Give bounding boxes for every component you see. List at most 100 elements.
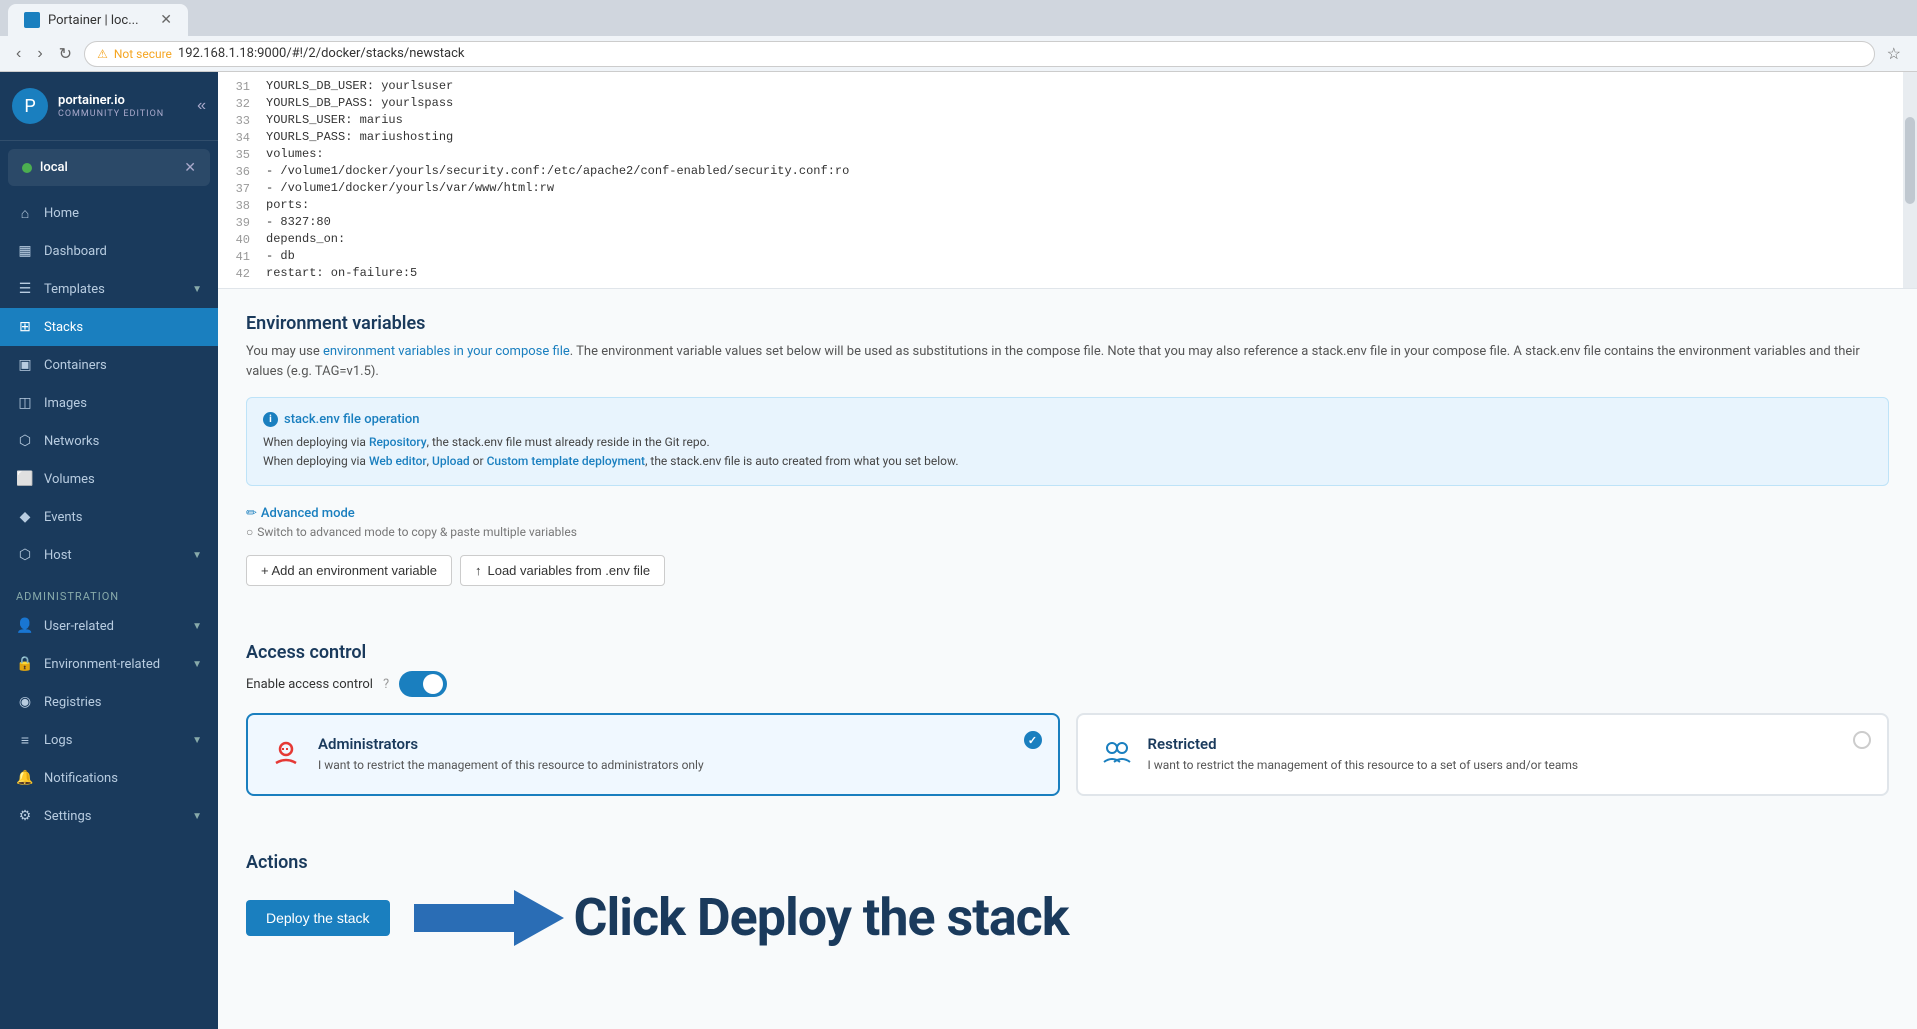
code-scrollbar[interactable] [1903, 72, 1917, 288]
settings-arrow: ▼ [192, 811, 202, 822]
forward-btn[interactable]: › [33, 41, 46, 67]
enable-access-label: Enable access control [246, 677, 373, 692]
sidebar-item-dashboard[interactable]: ▦ Dashboard [0, 232, 218, 270]
logo-edition: COMMUNITY EDITION [58, 109, 164, 119]
info-link-custom-template[interactable]: Custom template deployment [487, 454, 646, 468]
line-content: YOURLS_PASS: mariushosting [266, 130, 1917, 144]
main-content: 31 YOURLS_DB_USER: yourlsuser32 YOURLS_D… [218, 72, 1917, 1029]
sidebar-item-environment-related[interactable]: 🔒 Environment-related ▼ [0, 645, 218, 683]
sidebar-item-notifications[interactable]: 🔔 Notifications [0, 759, 218, 797]
sidebar-stacks-label: Stacks [44, 320, 202, 335]
info-link-repository[interactable]: Repository [369, 435, 427, 449]
info-box-title-text: stack.env file operation [284, 412, 419, 427]
access-control-section: Access control Enable access control ? [218, 618, 1917, 836]
sidebar-item-home[interactable]: ⌂ Home [0, 194, 218, 232]
sidebar-item-user-related[interactable]: 👤 User-related ▼ [0, 607, 218, 645]
browser-chrome: Portainer | loc... ✕ ‹ › ↻ ⚠ Not secure … [0, 0, 1917, 72]
info-link-web-editor[interactable]: Web editor [369, 454, 427, 468]
sidebar-item-host[interactable]: ⬡ Host ▼ [0, 536, 218, 574]
code-line: 41 - db [218, 248, 1917, 265]
add-env-var-btn[interactable]: + Add an environment variable [246, 555, 452, 586]
info-box-body: When deploying via Repository, the stack… [263, 433, 1872, 471]
sidebar-item-registries[interactable]: ◉ Registries [0, 683, 218, 721]
browser-tab-active[interactable]: Portainer | loc... ✕ [8, 4, 188, 36]
not-secure-label: Not secure [114, 47, 172, 61]
env-section-desc: You may use environment variables in you… [246, 342, 1889, 381]
sidebar-item-stacks[interactable]: ⊞ Stacks [0, 308, 218, 346]
admin-access-card[interactable]: Administrators I want to restrict the ma… [246, 713, 1060, 796]
admin-section-label: Administration [0, 574, 218, 607]
logo-brand: portainer.io [58, 93, 164, 109]
load-vars-btn[interactable]: ↑ Load variables from .env file [460, 555, 665, 586]
sidebar-item-containers[interactable]: ▣ Containers [0, 346, 218, 384]
templates-icon: ☰ [16, 280, 34, 298]
enable-help-icon: ? [383, 677, 389, 692]
user-icon: 👤 [16, 617, 34, 635]
address-bar[interactable]: ⚠ Not secure 192.168.1.18:9000/#!/2/dock… [84, 41, 1875, 67]
line-content: YOURLS_DB_USER: yourlsuser [266, 79, 1917, 93]
sidebar-events-label: Events [44, 510, 202, 525]
sidebar: P portainer.io COMMUNITY EDITION « local… [0, 72, 218, 1029]
notifications-icon: 🔔 [16, 769, 34, 787]
sidebar-images-label: Images [44, 396, 202, 411]
sidebar-environment-label: Environment-related [44, 657, 182, 672]
back-btn[interactable]: ‹ [12, 41, 25, 67]
sidebar-item-settings[interactable]: ⚙ Settings ▼ [0, 797, 218, 835]
restricted-access-card[interactable]: Restricted I want to restrict the manage… [1076, 713, 1890, 796]
logs-arrow: ▼ [192, 735, 202, 746]
url-text: 192.168.1.18:9000/#!/2/docker/stacks/new… [178, 46, 465, 61]
line-number: 36 [218, 164, 266, 179]
code-line: 35 volumes: [218, 146, 1917, 163]
restricted-card-radio[interactable] [1853, 731, 1871, 749]
env-section-title: Environment variables [246, 313, 1889, 334]
line-content: volumes: [266, 147, 1917, 161]
switch-hint-icon: ○ [246, 525, 253, 539]
line-number: 31 [218, 79, 266, 94]
access-control-toggle[interactable] [399, 671, 447, 697]
code-line: 38 ports: [218, 197, 1917, 214]
endpoint-close-btn[interactable]: ✕ [184, 159, 196, 176]
dashboard-icon: ▦ [16, 242, 34, 260]
upload-icon: ↑ [475, 563, 482, 578]
info-line-2: When deploying via Web editor, Upload or… [263, 452, 1872, 471]
arrow-container [414, 890, 564, 946]
reload-btn[interactable]: ↻ [55, 40, 76, 68]
logs-icon: ≡ [16, 731, 34, 749]
info-box-title: i stack.env file operation [263, 412, 1872, 427]
sidebar-logs-label: Logs [44, 733, 182, 748]
images-icon: ◫ [16, 394, 34, 412]
host-icon: ⬡ [16, 546, 34, 564]
bookmark-btn[interactable]: ☆ [1883, 40, 1905, 68]
admin-card-radio[interactable] [1024, 731, 1042, 749]
switch-hint-text: Switch to advanced mode to copy & paste … [257, 525, 577, 539]
deploy-stack-btn[interactable]: Deploy the stack [246, 900, 390, 936]
endpoint-item[interactable]: local ✕ [8, 149, 210, 186]
sidebar-containers-label: Containers [44, 358, 202, 373]
sidebar-item-templates[interactable]: ☰ Templates ▼ [0, 270, 218, 308]
sidebar-item-networks[interactable]: ⬡ Networks [0, 422, 218, 460]
load-vars-label: Load variables from .env file [487, 563, 650, 578]
templates-arrow: ▼ [192, 284, 202, 295]
toggle-slider [399, 671, 447, 697]
sidebar-item-logs[interactable]: ≡ Logs ▼ [0, 721, 218, 759]
sidebar-item-volumes[interactable]: ⬜ Volumes [0, 460, 218, 498]
sidebar-settings-label: Settings [44, 809, 182, 824]
sidebar-item-images[interactable]: ◫ Images [0, 384, 218, 422]
code-lines: 31 YOURLS_DB_USER: yourlsuser32 YOURLS_D… [218, 78, 1917, 282]
tab-close-btn[interactable]: ✕ [160, 12, 172, 28]
sidebar-item-events[interactable]: ◆ Events [0, 498, 218, 536]
info-link-upload[interactable]: Upload [432, 454, 470, 468]
sidebar-dashboard-label: Dashboard [44, 244, 202, 259]
sidebar-collapse-btn[interactable]: « [197, 97, 206, 115]
tab-label: Portainer | loc... [48, 13, 139, 28]
click-annotation-text: Click Deploy the stack [574, 887, 1069, 948]
advanced-mode-row[interactable]: ✏ Advanced mode [246, 506, 1889, 521]
env-desc-link[interactable]: environment variables in your compose fi… [323, 344, 570, 359]
admin-card-icon [268, 735, 304, 771]
line-number: 38 [218, 198, 266, 213]
environment-arrow: ▼ [192, 659, 202, 670]
access-control-title: Access control [246, 642, 1889, 663]
admin-card-title: Administrators [318, 735, 704, 753]
advanced-mode-link[interactable]: ✏ Advanced mode [246, 506, 355, 521]
line-number: 42 [218, 266, 266, 281]
